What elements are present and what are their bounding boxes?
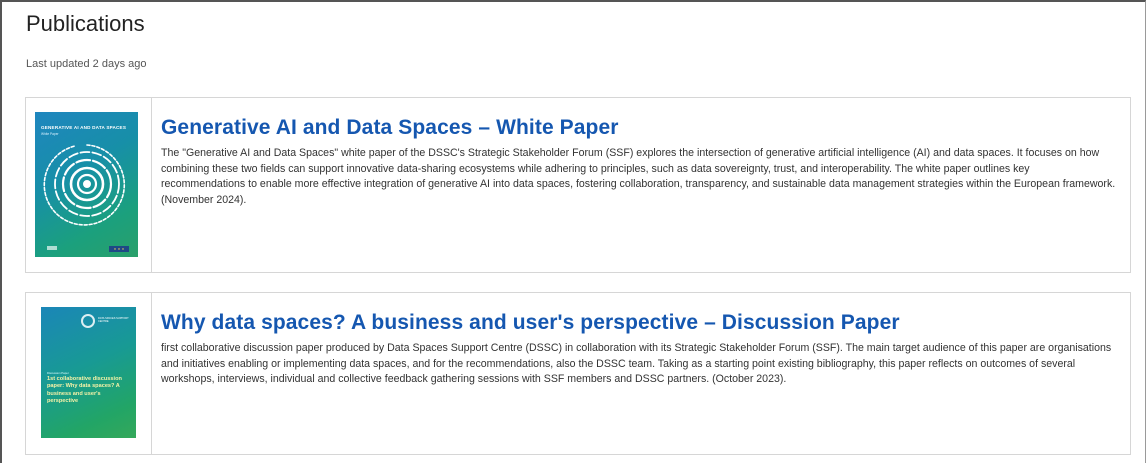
publication-title-link[interactable]: Why data spaces? A business and user's p…: [161, 311, 1116, 335]
page-title: Publications: [26, 11, 145, 36]
concentric-circles-graphic: [43, 144, 129, 252]
publication-thumbnail-cell: GENERATIVE AI AND DATA SPACES White Pape…: [26, 98, 152, 272]
publication-thumbnail-cell: DATA SPACES SUPPORT CENTRE Discussion Pa…: [26, 293, 152, 454]
publication-card: GENERATIVE AI AND DATA SPACES White Pape…: [25, 97, 1131, 273]
cover-logo-text: DATA SPACES SUPPORT CENTRE: [98, 317, 129, 324]
publication-description: The "Generative AI and Data Spaces" whit…: [161, 147, 1116, 206]
publication-cover-image[interactable]: GENERATIVE AI AND DATA SPACES White Pape…: [35, 112, 138, 257]
cover-small-text: Discussion Paper: [47, 371, 69, 375]
last-updated: Last updated 2 days ago: [26, 58, 147, 70]
cover-title: 1st collaborative discussion paper: Why …: [47, 376, 122, 405]
publication-description: first collaborative discussion paper pro…: [161, 342, 1112, 385]
publication-cover-image[interactable]: DATA SPACES SUPPORT CENTRE Discussion Pa…: [41, 307, 136, 438]
publication-title-link[interactable]: Generative AI and Data Spaces – White Pa…: [161, 116, 1116, 140]
publication-card: DATA SPACES SUPPORT CENTRE Discussion Pa…: [25, 292, 1131, 455]
dssc-logo-icon: [81, 314, 95, 328]
